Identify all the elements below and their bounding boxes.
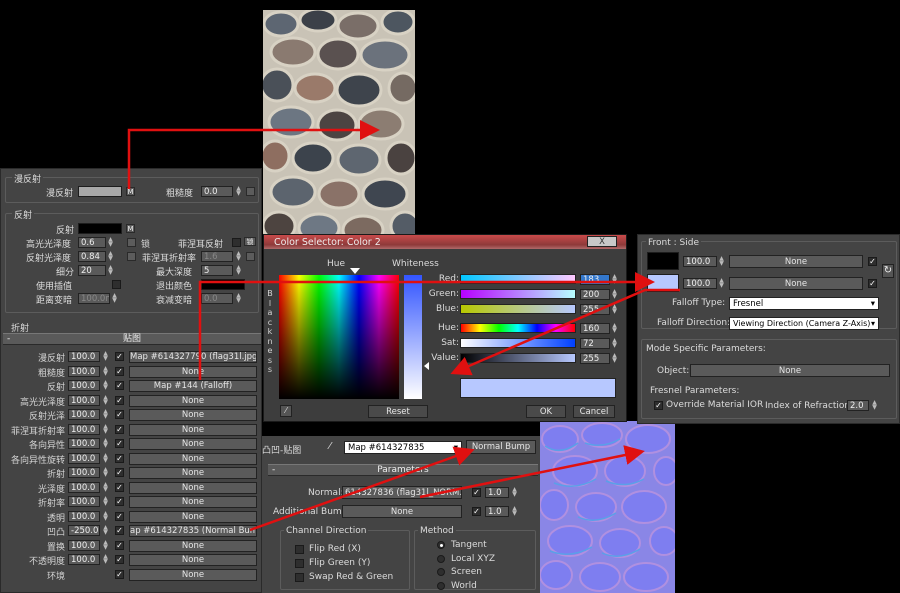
arrow-falloff-side-to-selector xyxy=(450,288,680,376)
arrow-normal-to-texture xyxy=(419,445,645,499)
arrow-reflect-to-falloff xyxy=(198,272,655,380)
arrow-diffuse-to-texture xyxy=(127,120,380,189)
arrow-bump-to-normalbump xyxy=(249,446,475,532)
annotation-arrows xyxy=(127,120,680,532)
